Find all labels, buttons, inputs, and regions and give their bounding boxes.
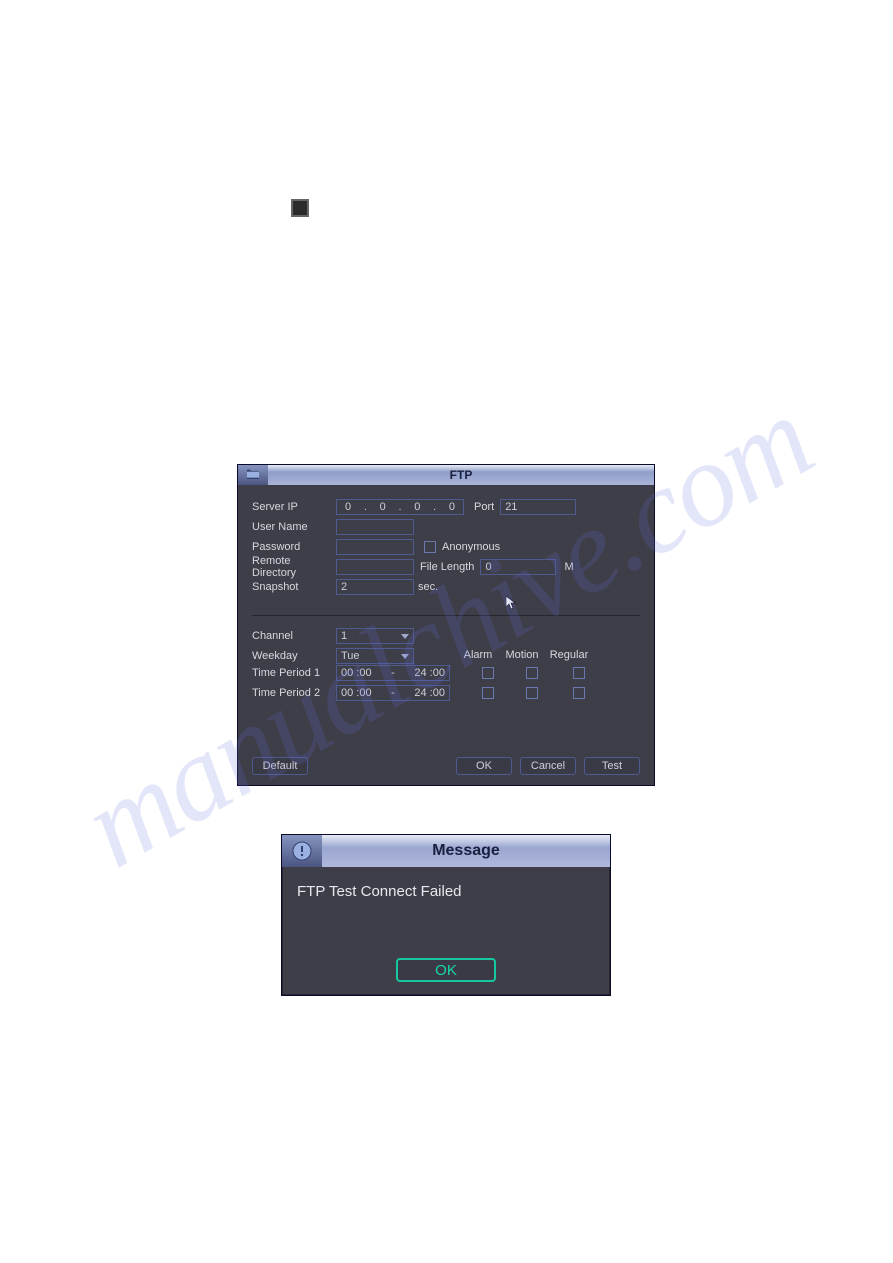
ftp-window: FTP Server IP 0. 0. 0. 0 Port 21 User Na…	[237, 464, 655, 786]
snapshot-input[interactable]: 2	[336, 579, 414, 595]
test-button[interactable]: Test	[584, 757, 640, 775]
message-window-icon	[282, 835, 322, 867]
checkbox-column-headers: Alarm Motion Regular	[456, 649, 640, 661]
label-regular: Regular	[544, 649, 594, 661]
message-window: Message FTP Test Connect Failed OK	[281, 834, 611, 996]
tp1-regular-checkbox[interactable]	[573, 667, 585, 679]
chevron-down-icon	[401, 654, 409, 659]
label-weekday: Weekday	[252, 650, 336, 662]
label-file-length: File Length	[420, 561, 474, 573]
label-m-unit: M	[564, 561, 573, 573]
label-port: Port	[474, 501, 494, 513]
label-snapshot: Snapshot	[252, 581, 336, 593]
tp1-motion-checkbox[interactable]	[526, 667, 538, 679]
label-remote-dir: Remote Directory	[252, 555, 336, 579]
weekday-select[interactable]: Tue	[336, 648, 414, 664]
label-password: Password	[252, 541, 336, 553]
label-alarm: Alarm	[456, 649, 500, 661]
tp2-regular-checkbox[interactable]	[573, 687, 585, 699]
file-length-input[interactable]: 0	[480, 559, 556, 575]
password-input[interactable]	[336, 539, 414, 555]
message-title-bar: Message	[282, 835, 610, 867]
time-period-1-input[interactable]: 00 :00 - 24 :00	[336, 665, 450, 681]
label-sec: sec.	[418, 581, 438, 593]
tp2-motion-checkbox[interactable]	[526, 687, 538, 699]
label-channel: Channel	[252, 630, 336, 642]
remote-dir-input[interactable]	[336, 559, 414, 575]
default-button[interactable]: Default	[252, 757, 308, 775]
label-user-name: User Name	[252, 521, 336, 533]
server-ip-input[interactable]: 0. 0. 0. 0	[336, 499, 464, 515]
label-anonymous: Anonymous	[442, 541, 500, 553]
decorative-square	[291, 199, 309, 217]
divider	[252, 615, 640, 616]
time-period-2-input[interactable]: 00 :00 - 24 :00	[336, 685, 450, 701]
label-server-ip: Server IP	[252, 501, 336, 513]
chevron-down-icon	[401, 634, 409, 639]
cancel-button[interactable]: Cancel	[520, 757, 576, 775]
message-ok-button[interactable]: OK	[396, 958, 496, 982]
label-time-period-1: Time Period 1	[252, 667, 336, 679]
ok-button[interactable]: OK	[456, 757, 512, 775]
user-name-input[interactable]	[336, 519, 414, 535]
port-input[interactable]: 21	[500, 499, 576, 515]
anonymous-checkbox[interactable]	[424, 541, 436, 553]
label-motion: Motion	[500, 649, 544, 661]
message-title: Message	[322, 842, 610, 860]
tp2-alarm-checkbox[interactable]	[482, 687, 494, 699]
tp1-alarm-checkbox[interactable]	[482, 667, 494, 679]
label-time-period-2: Time Period 2	[252, 687, 336, 699]
ftp-title: FTP	[268, 468, 654, 482]
ftp-title-bar: FTP	[238, 465, 654, 485]
message-text: FTP Test Connect Failed	[297, 883, 595, 900]
channel-select[interactable]: 1	[336, 628, 414, 644]
ftp-window-icon	[238, 465, 268, 485]
